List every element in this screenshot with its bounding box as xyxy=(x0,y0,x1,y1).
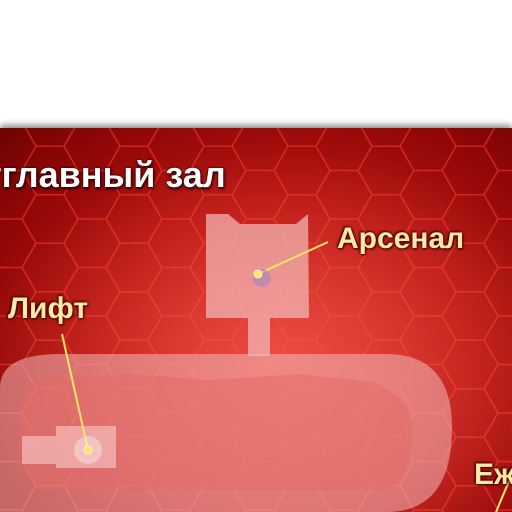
edge-room-label[interactable]: Еж xyxy=(474,458,512,492)
map-panel: тглавный зал Арсенал Лифт Еж xyxy=(0,128,512,512)
blank-header-area xyxy=(0,0,512,128)
arsenal-marker[interactable] xyxy=(253,269,263,279)
location-title: тглавный зал xyxy=(0,154,226,195)
lift-label[interactable]: Лифт xyxy=(8,292,88,326)
arsenal-label[interactable]: Арсенал xyxy=(337,222,464,256)
lift-marker[interactable] xyxy=(83,445,93,455)
